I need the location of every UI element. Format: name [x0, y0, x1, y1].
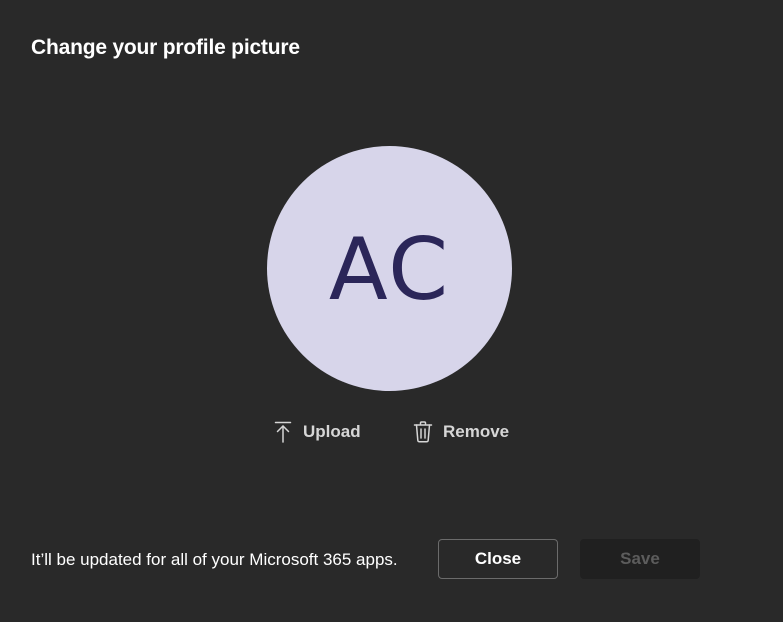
dialog-title: Change your profile picture [31, 36, 300, 59]
upload-icon [273, 420, 293, 444]
upload-button[interactable]: Upload [273, 418, 361, 446]
upload-label: Upload [303, 422, 361, 441]
close-button[interactable]: Close [438, 539, 558, 579]
remove-button[interactable]: Remove [413, 418, 509, 446]
save-button[interactable]: Save [580, 539, 700, 579]
remove-label: Remove [443, 422, 510, 441]
picture-actions: Upload Remove [0, 418, 783, 446]
avatar-initials: AC [328, 219, 451, 320]
trash-icon [413, 420, 433, 444]
footer-info-text: It’ll be updated for all of your Microso… [31, 550, 398, 569]
avatar: AC [267, 146, 512, 391]
change-profile-picture-dialog: Change your profile picture AC Upload Re… [0, 0, 783, 622]
